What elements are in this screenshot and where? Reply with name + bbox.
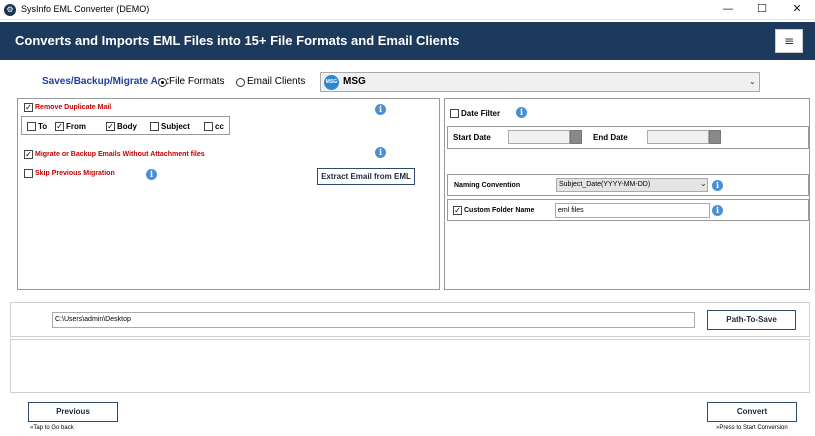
custom-folder-value: eml files bbox=[558, 207, 584, 214]
naming-convention-select[interactable]: Subject_Date(YYYY-MM-DD) bbox=[556, 178, 708, 192]
info-icon[interactable]: i bbox=[516, 107, 527, 118]
custom-folder-group: ✓ Custom Folder Name eml files i bbox=[447, 199, 809, 221]
path-to-save-button[interactable]: Path-To-Save bbox=[707, 310, 796, 330]
dup-cc-label: cc bbox=[215, 122, 224, 131]
window-title: SysInfo EML Converter (DEMO) bbox=[21, 4, 150, 14]
naming-convention-group: Naming Convention Subject_Date(YYYY-MM-D… bbox=[447, 174, 809, 196]
end-date-picker-button[interactable] bbox=[709, 130, 721, 144]
dup-to-checkbox[interactable] bbox=[27, 122, 36, 131]
dup-body-label: Body bbox=[117, 122, 137, 131]
radio-file-formats[interactable] bbox=[158, 78, 167, 87]
title-bar: ⚙ SysInfo EML Converter (DEMO) — ☐ ✕ bbox=[0, 0, 815, 20]
skip-previous-checkbox[interactable] bbox=[24, 169, 33, 178]
info-icon[interactable]: i bbox=[712, 180, 723, 191]
save-path-input[interactable]: C:\Users\admin\Desktop bbox=[52, 312, 695, 328]
remove-duplicate-checkbox[interactable]: ✓ bbox=[24, 103, 33, 112]
remove-duplicate-label: Remove Duplicate Mail bbox=[35, 104, 112, 111]
save-path-value: C:\Users\admin\Desktop bbox=[55, 316, 131, 323]
start-date-field[interactable] bbox=[508, 130, 570, 144]
custom-folder-checkbox[interactable]: ✓ bbox=[453, 206, 462, 215]
info-icon[interactable]: i bbox=[146, 169, 157, 180]
maximize-button[interactable]: ☐ bbox=[745, 0, 779, 20]
extract-email-button[interactable]: Extract Email from EML bbox=[317, 168, 415, 185]
dup-cc-checkbox[interactable] bbox=[204, 122, 213, 131]
format-select[interactable]: MSG MSG ⌄ bbox=[320, 72, 760, 92]
dup-from-label: From bbox=[66, 122, 86, 131]
end-date-label: End Date bbox=[593, 133, 628, 142]
log-area bbox=[10, 339, 810, 393]
msg-format-icon: MSG bbox=[324, 75, 339, 90]
dup-subject-checkbox[interactable] bbox=[150, 122, 159, 131]
custom-folder-input[interactable]: eml files bbox=[555, 203, 710, 218]
header-title: Converts and Imports EML Files into 15+ … bbox=[15, 33, 460, 48]
dup-to-label: To bbox=[38, 122, 48, 131]
start-date-picker-button[interactable] bbox=[570, 130, 582, 144]
date-filter-label: Date Filter bbox=[461, 109, 501, 118]
radio-email-clients[interactable] bbox=[236, 78, 245, 87]
convert-button[interactable]: Convert bbox=[707, 402, 797, 422]
close-button[interactable]: ✕ bbox=[780, 0, 814, 20]
skip-previous-label: Skip Previous Migration bbox=[35, 170, 115, 177]
options-panel: ✓ Remove Duplicate Mail i To ✓ From ✓ Bo… bbox=[17, 98, 440, 290]
dup-from-checkbox[interactable]: ✓ bbox=[55, 122, 64, 131]
chevron-down-icon: ⌄ bbox=[700, 179, 707, 188]
previous-button[interactable]: Previous bbox=[28, 402, 118, 422]
previous-hint: »Tap to Go back bbox=[30, 425, 74, 431]
filter-panel: Date Filter i Start Date End Date Naming… bbox=[444, 98, 810, 290]
saves-as-label: Saves/Backup/Migrate As : bbox=[42, 76, 170, 87]
convert-hint: »Press to Start Conversion bbox=[716, 425, 788, 431]
app-logo-icon: ⚙ bbox=[4, 4, 16, 16]
header-banner: Converts and Imports EML Files into 15+ … bbox=[0, 22, 815, 60]
date-range-group: Start Date End Date bbox=[447, 126, 809, 149]
format-select-value: MSG bbox=[343, 76, 366, 87]
minimize-button[interactable]: — bbox=[711, 0, 745, 20]
radio-file-formats-label[interactable]: File Formats bbox=[169, 76, 225, 87]
radio-email-clients-label[interactable]: Email Clients bbox=[247, 76, 305, 87]
start-date-label: Start Date bbox=[453, 133, 491, 142]
info-icon[interactable]: i bbox=[375, 104, 386, 115]
info-icon[interactable]: i bbox=[375, 147, 386, 158]
end-date-field[interactable] bbox=[647, 130, 709, 144]
migrate-without-attachment-label: Migrate or Backup Emails Without Attachm… bbox=[35, 151, 205, 158]
date-filter-checkbox[interactable] bbox=[450, 109, 459, 118]
naming-convention-label: Naming Convention bbox=[454, 182, 521, 189]
info-icon[interactable]: i bbox=[712, 205, 723, 216]
path-panel: C:\Users\admin\Desktop Path-To-Save bbox=[10, 302, 810, 337]
naming-convention-value: Subject_Date(YYYY-MM-DD) bbox=[559, 181, 651, 188]
chevron-down-icon: ⌄ bbox=[749, 77, 756, 86]
menu-icon[interactable]: ≡ bbox=[775, 29, 803, 53]
migrate-without-attachment-checkbox[interactable]: ✓ bbox=[24, 150, 33, 159]
custom-folder-label: Custom Folder Name bbox=[464, 207, 535, 214]
duplicate-fields-group: To ✓ From ✓ Body Subject cc bbox=[21, 116, 230, 135]
dup-body-checkbox[interactable]: ✓ bbox=[106, 122, 115, 131]
dup-subject-label: Subject bbox=[161, 122, 190, 131]
